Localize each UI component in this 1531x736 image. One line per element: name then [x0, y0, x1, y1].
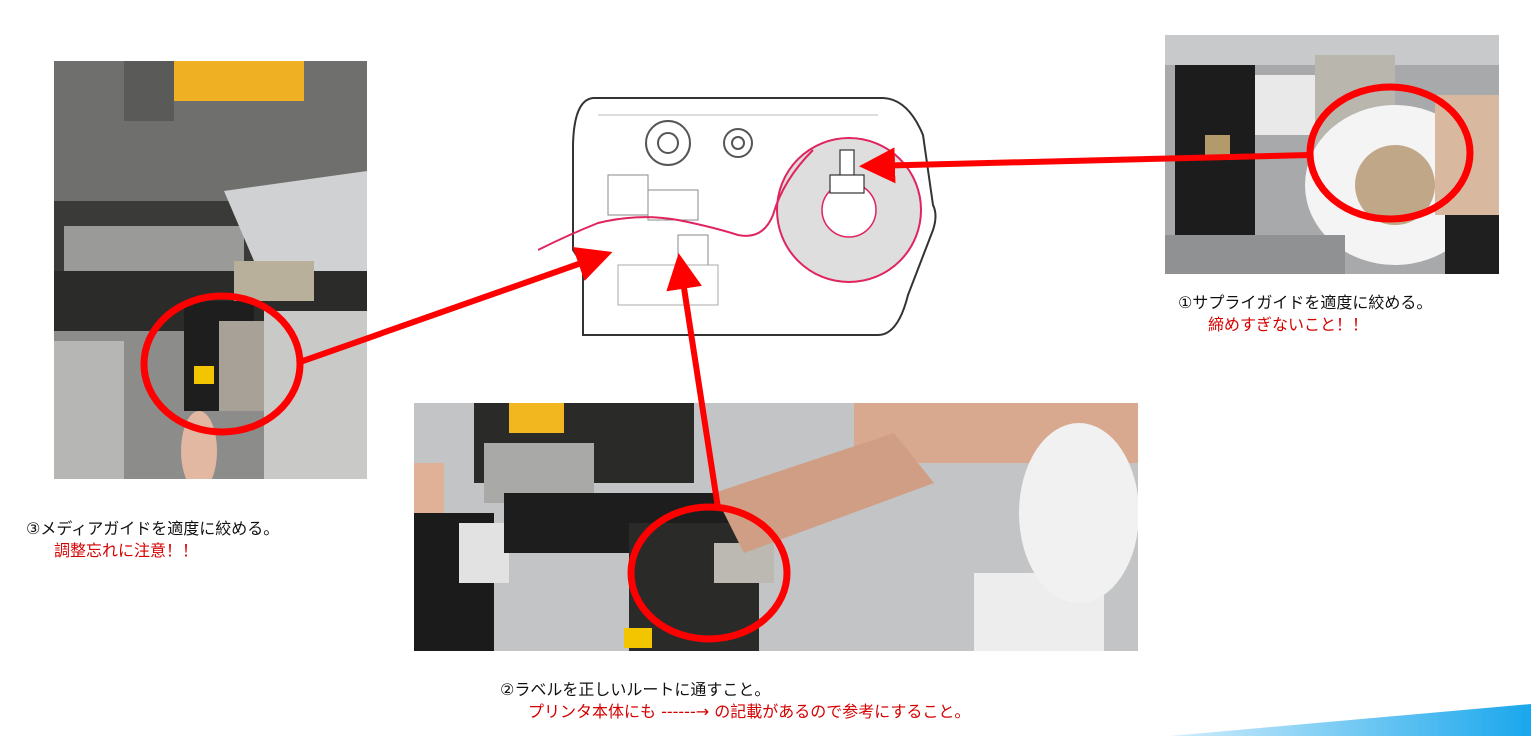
- arrow-label-route: [666, 253, 721, 509]
- annotation-overlay: [140, 83, 1474, 643]
- step1-caption: ①サプライガイドを適度に絞める。 締めすぎないこと！！: [1178, 292, 1432, 336]
- step1-note: 締めすぎないこと！！: [1208, 315, 1369, 334]
- step3-title: ③メディアガイドを適度に絞める。: [26, 519, 280, 538]
- highlight-circle-supply-guide: [1306, 83, 1474, 223]
- step3-caption: ③メディアガイドを適度に絞める。 調整忘れに注意！！: [26, 518, 279, 562]
- step2-title: ②ラベルを正しいルートに通すこと。: [500, 680, 771, 699]
- step1-title: ①サプライガイドを適度に絞める。: [1178, 293, 1433, 312]
- accent-bar: [1170, 704, 1531, 736]
- highlight-circle-media-guide: [140, 292, 304, 436]
- step3-note: 調整忘れに注意！！: [54, 541, 199, 560]
- step2-note: プリンタ本体にも ------→ の記載があるので参考にすること。: [528, 702, 971, 721]
- arrow-supply-guide: [859, 147, 1311, 184]
- highlight-circle-label-route: [627, 503, 791, 643]
- step2-caption: ②ラベルを正しいルートに通すこと。 プリンタ本体にも ------→ の記載があ…: [500, 679, 970, 723]
- arrow-media-guide: [299, 246, 613, 365]
